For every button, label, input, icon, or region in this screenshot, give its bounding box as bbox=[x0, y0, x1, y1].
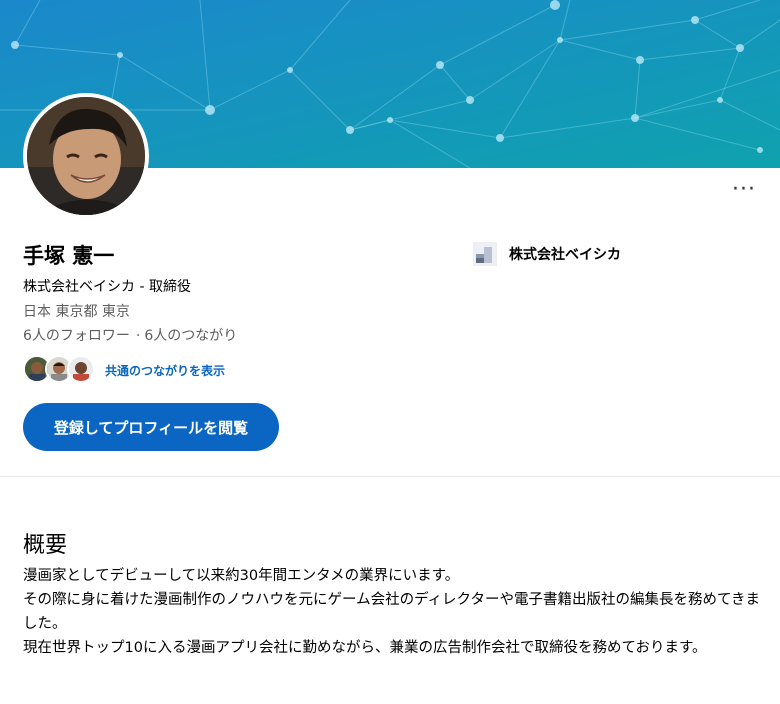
more-horizontal-icon: ··· bbox=[732, 177, 756, 202]
followers-count: 6人のフォロワー bbox=[23, 328, 130, 344]
avatar bbox=[67, 355, 95, 383]
profile-stats: 6人のフォロワー · 6人のつながり bbox=[23, 325, 237, 345]
profile-location: 日本 東京都 東京 bbox=[23, 304, 130, 320]
more-options-button[interactable]: ··· bbox=[732, 176, 756, 204]
current-company[interactable]: 株式会社ベイシカ bbox=[473, 242, 621, 266]
profile-name: 手塚 憲一 bbox=[23, 244, 115, 268]
about-line: 現在世界トップ10に入る漫画アプリ会社に勤めながら、兼業の広告制作会社で取締役を… bbox=[23, 640, 707, 656]
connections-count: 6人のつながり bbox=[144, 328, 238, 344]
mutual-connections-link[interactable]: 共通のつながりを表示 bbox=[105, 362, 225, 379]
mutual-connections[interactable]: 共通のつながりを表示 bbox=[23, 354, 225, 386]
profile-card: ··· 手塚 憲一 株式会社ベイシカ - 取締役 日本 東京都 東京 6人のフォ… bbox=[0, 0, 780, 477]
sign-up-to-view-profile-button[interactable]: 登録してプロフィールを閲覧 bbox=[23, 403, 279, 451]
about-line: その際に身に着けた漫画制作のノウハウを元にゲーム会社のディレクターや電子書籍出版… bbox=[23, 592, 761, 632]
mutual-avatars bbox=[23, 354, 99, 386]
about-line: 漫画家としてデビューして以来約30年間エンタメの業界にいます。 bbox=[23, 568, 460, 584]
about-section-title: 概要 bbox=[23, 533, 68, 558]
company-name[interactable]: 株式会社ベイシカ bbox=[509, 244, 621, 264]
about-section-text: 漫画家としてデビューして以来約30年間エンタメの業界にいます。 その際に身に着け… bbox=[23, 564, 763, 660]
separator-dot: · bbox=[135, 328, 141, 344]
profile-headline: 株式会社ベイシカ - 取締役 bbox=[23, 279, 191, 295]
company-logo-icon bbox=[473, 242, 497, 266]
profile-photo bbox=[23, 93, 149, 219]
